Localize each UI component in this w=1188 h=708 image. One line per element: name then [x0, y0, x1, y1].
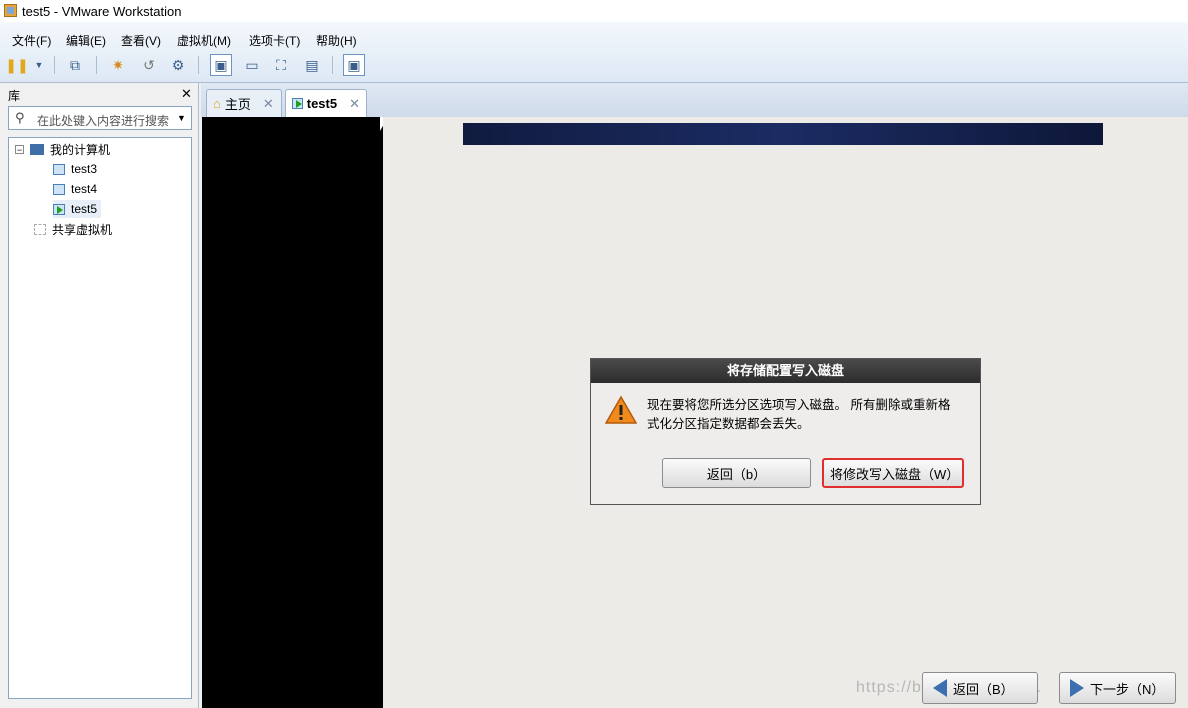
toolbar-separator: [198, 56, 199, 74]
tree-item-shared-vms[interactable]: 共享虚拟机: [34, 220, 112, 238]
menu-toolbar-area: 文件(F) 编辑(E) 查看(V) 虚拟机(M) 选项卡(T) 帮助(H) ❚❚…: [0, 22, 1188, 83]
library-search-input[interactable]: ⚲ 在此处键入内容进行搜索 ▼: [8, 106, 192, 130]
tab-label: test5: [306, 96, 338, 111]
vm-running-icon: [292, 98, 303, 109]
collapse-icon[interactable]: −: [15, 144, 24, 154]
tree-label: test3: [71, 162, 98, 176]
window-title: test5 - VMware Workstation: [22, 4, 182, 19]
tree-item-test5[interactable]: test5: [53, 200, 102, 218]
tab-bar: ⌂ 主页 ✕ test5 ✕: [201, 83, 1188, 117]
home-icon: ⌂: [213, 96, 221, 111]
tree-label: test5: [71, 202, 98, 216]
vmware-app-icon: [4, 4, 17, 17]
tab-close-icon[interactable]: ✕: [263, 96, 274, 112]
library-close-icon[interactable]: ✕: [181, 86, 192, 102]
dialog-message-line: 式化分区指定数据都会丢失。: [647, 417, 810, 431]
warning-icon: [605, 395, 637, 424]
dialog-title: 将存储配置写入磁盘: [591, 359, 980, 383]
network-icon[interactable]: ⧉: [64, 54, 86, 76]
thumbnail-icon[interactable]: ▣: [343, 54, 365, 76]
dialog-message: 现在要将您所选分区选项写入磁盘。 所有删除或重新格 式化分区指定数据都会丢失。: [647, 396, 971, 434]
installer-back-button[interactable]: 返回（B）: [922, 672, 1038, 704]
vm-running-icon: [53, 203, 65, 215]
installer-next-button[interactable]: 下一步（N）: [1059, 672, 1176, 704]
unity-icon[interactable]: ▤: [301, 54, 323, 76]
snapshot-icon[interactable]: ✷: [107, 54, 129, 76]
tree-item-test4[interactable]: test4: [53, 180, 97, 198]
library-panel: 库 ✕ ⚲ 在此处键入内容进行搜索 ▼ − 我的计算机 test3 test4 …: [0, 83, 199, 708]
menu-tabs[interactable]: 选项卡(T): [249, 32, 300, 49]
library-tree: − 我的计算机 test3 test4 test5 共享虚拟机: [8, 137, 192, 699]
menu-edit[interactable]: 编辑(E): [66, 32, 106, 49]
search-dropdown-icon[interactable]: ▼: [177, 113, 186, 123]
shared-vm-icon: [34, 223, 46, 235]
menu-help[interactable]: 帮助(H): [316, 32, 357, 49]
installer-banner: [463, 123, 1103, 145]
dialog-message-line: 现在要将您所选分区选项写入磁盘。 所有删除或重新格: [647, 398, 951, 412]
tab-label: 主页: [224, 97, 251, 112]
dialog-back-button[interactable]: 返回（b）: [662, 458, 811, 488]
menu-file[interactable]: 文件(F): [12, 32, 51, 49]
tree-item-test3[interactable]: test3: [53, 160, 97, 178]
tree-item-my-computer[interactable]: − 我的计算机: [15, 140, 110, 158]
search-placeholder: 在此处键入内容进行搜索: [37, 114, 170, 128]
menu-view[interactable]: 查看(V): [121, 32, 161, 49]
arrow-left-icon: [933, 679, 947, 697]
library-title: 库: [8, 89, 21, 103]
revert-icon[interactable]: ↺: [138, 54, 160, 76]
search-icon: ⚲: [15, 110, 25, 125]
button-label: 返回（B）: [953, 681, 1014, 697]
pause-icon[interactable]: ❚❚: [5, 54, 28, 76]
write-changes-button[interactable]: 将修改写入磁盘（W）: [822, 458, 964, 488]
tab-home[interactable]: ⌂ 主页 ✕: [206, 89, 282, 117]
console-view-icon[interactable]: ▣: [210, 54, 232, 76]
quick-switch-icon[interactable]: ▭: [241, 54, 263, 76]
tab-test5[interactable]: test5 ✕: [285, 89, 367, 117]
chevron-down-icon[interactable]: ▼: [28, 54, 50, 76]
guest-installer-screen: 将存储配置写入磁盘 现在要将您所选分区选项写入磁盘。 所有删除或重新格 式化分区…: [383, 117, 1188, 708]
tree-label: test4: [71, 182, 98, 196]
vm-console[interactable]: 将存储配置写入磁盘 现在要将您所选分区选项写入磁盘。 所有删除或重新格 式化分区…: [202, 117, 1188, 708]
fullscreen-icon[interactable]: ⛶: [270, 54, 292, 76]
toolbar-separator: [332, 56, 333, 74]
button-label: 下一步（N）: [1090, 681, 1165, 697]
toolbar-separator: [54, 56, 55, 74]
computer-icon: [30, 143, 44, 155]
toolbar-separator: [96, 56, 97, 74]
tab-close-icon[interactable]: ✕: [349, 96, 360, 112]
vm-icon: [53, 163, 65, 175]
write-storage-dialog: 将存储配置写入磁盘 现在要将您所选分区选项写入磁盘。 所有删除或重新格 式化分区…: [590, 358, 981, 505]
tree-label: 共享虚拟机: [52, 222, 113, 237]
arrow-right-icon: [1070, 679, 1084, 697]
snapshot-manager-icon[interactable]: ⚙: [167, 54, 189, 76]
vm-icon: [53, 183, 65, 195]
tree-label: 我的计算机: [50, 142, 111, 157]
menu-vm[interactable]: 虚拟机(M): [177, 32, 231, 49]
title-bar: test5 - VMware Workstation: [0, 0, 1188, 22]
